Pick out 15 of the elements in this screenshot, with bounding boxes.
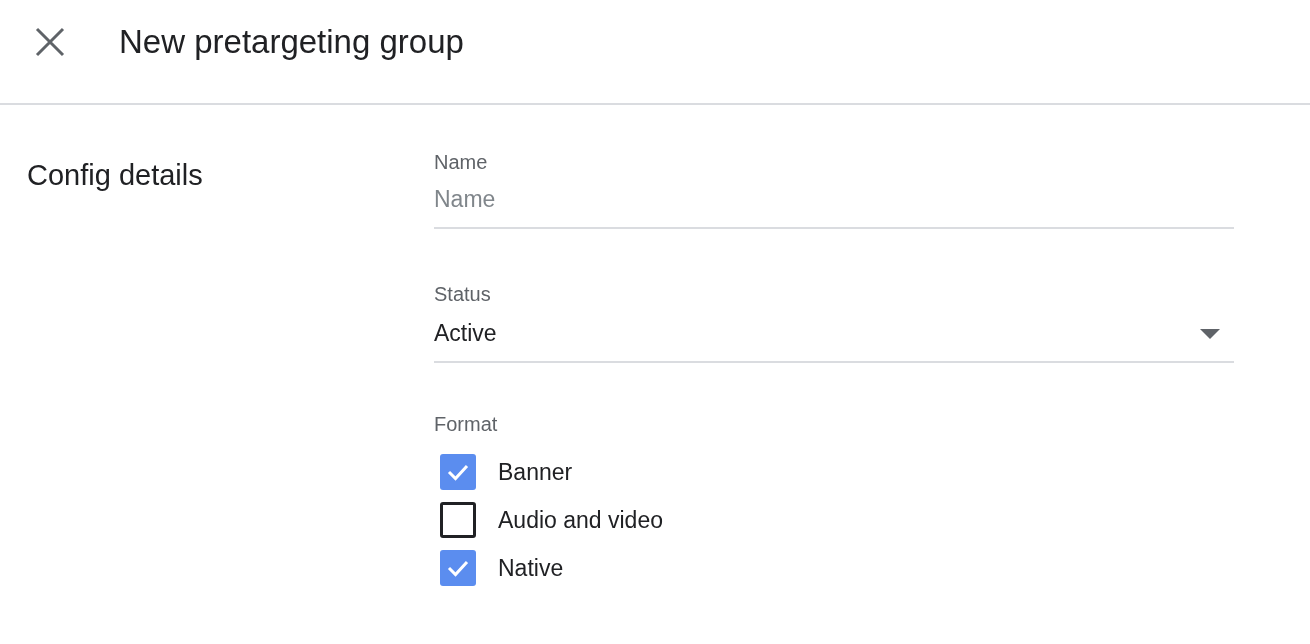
name-input-field[interactable]: Name <box>434 174 1234 229</box>
checkbox[interactable] <box>440 454 476 490</box>
caret-icon <box>1200 328 1220 339</box>
section-title: Config details <box>27 159 203 191</box>
checkbox-label: Audio and video <box>498 506 663 534</box>
close-icon <box>35 26 65 57</box>
checkbox[interactable] <box>440 502 476 538</box>
field-label: Name <box>434 151 489 174</box>
checkbox-label: Banner <box>498 458 573 486</box>
field-label: Format <box>434 413 499 436</box>
checkbox[interactable] <box>440 550 476 586</box>
dialog-title: New pretargeting group <box>119 22 464 61</box>
checkbox-label: Native <box>498 554 564 582</box>
status-dropdown[interactable]: Active <box>434 306 1234 363</box>
field-label: Status <box>434 283 492 306</box>
